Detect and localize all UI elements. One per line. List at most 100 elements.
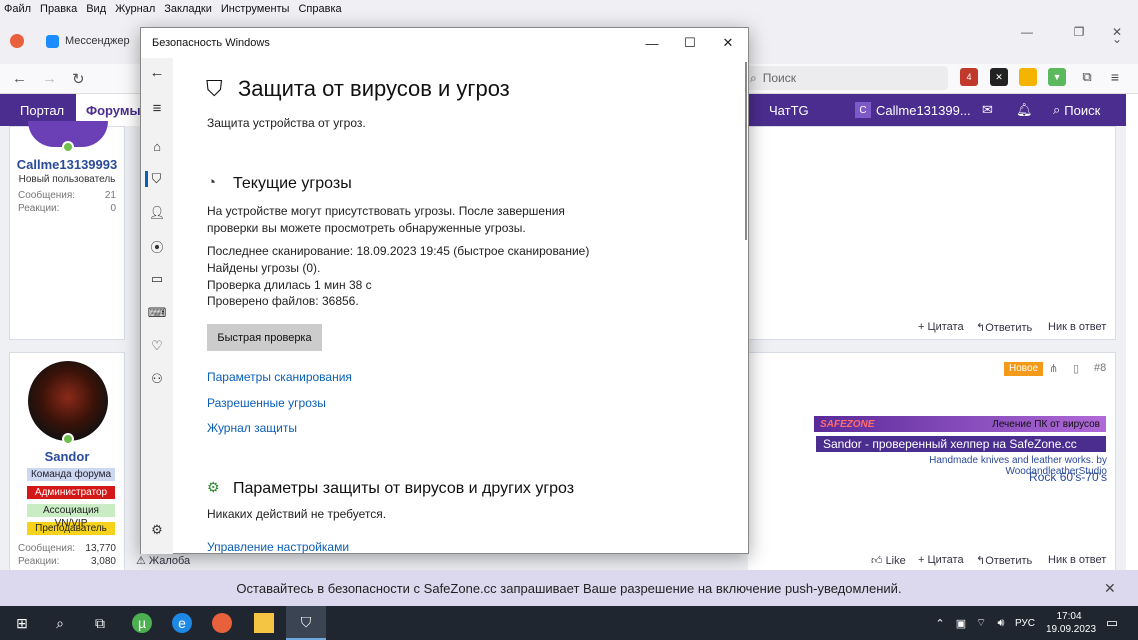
volume-icon[interactable]: 🔊︎ [991,613,1011,633]
language-indicator[interactable]: РУС [1010,613,1040,633]
post2-username[interactable]: Sandor [10,449,124,464]
post1-quote-button[interactable]: + Цитата [918,321,964,333]
settings-gear-icon[interactable]: ⚙ [149,522,165,538]
threats-clock-icon: ◔ [207,174,217,191]
firefox-view-tab[interactable] [10,28,24,54]
post2-quote-button[interactable]: + Цитата [918,554,964,566]
back-arrow-icon[interactable]: ← [12,70,27,87]
nav-user[interactable]: C Callme131399... [855,94,971,126]
download-extension-icon[interactable]: ▼ [1048,68,1066,86]
menu-help[interactable]: Справка [298,3,341,15]
window-maximize-icon[interactable]: ☐ [670,28,710,58]
post2-like-button[interactable]: 👍︎ Like [871,554,906,567]
search-icon[interactable]: ⌕ [50,613,70,633]
windows-start-icon[interactable]: ⊞ [12,613,32,633]
menu-bookmarks[interactable]: Закладки [164,3,212,15]
tray-chevron-icon[interactable]: ⌃ [930,613,950,633]
settings-gears-icon: ⚙ [207,479,220,495]
menu-hamburger-icon[interactable]: ≡ [1106,68,1124,86]
nav-search[interactable]: ⌕ Поиск [1053,94,1100,126]
back-arrow-icon[interactable]: ← [149,64,165,81]
scan-options-link[interactable]: Параметры сканирования [207,370,352,384]
stat-value: 13,770 [85,543,116,554]
share-icon[interactable]: ⋔ [1049,362,1058,375]
nav-search-label: Поиск [1064,102,1101,118]
scan-duration: Проверка длилась 1 мин 38 с [207,278,372,292]
bookmark-icon[interactable]: ▯ [1073,362,1079,375]
firefox-icon[interactable] [212,613,232,633]
wifi-icon[interactable]: ⌔ [971,613,991,633]
family-icon[interactable]: ⚇ [149,371,165,387]
device-security-icon[interactable]: ⌨ [148,305,167,321]
menu-view[interactable]: Вид [86,3,106,15]
stat-label: Реакции: [18,203,60,214]
network-icon[interactable]: ⦿ [149,238,165,255]
menu-tools[interactable]: Инструменты [221,3,290,15]
hamburger-menu-icon[interactable]: ≡ [149,100,165,117]
post2-number[interactable]: #8 [1094,362,1106,374]
browser-search-box[interactable]: ⌕ Поиск [742,66,948,90]
window-title: Безопасность Windows [152,37,270,49]
badge-admin: Администратор [27,486,115,499]
home-icon[interactable]: ⌂ [149,138,165,154]
window-close-icon[interactable]: ✕ [708,28,748,58]
post2-nick-button[interactable]: Ник в ответ [1048,554,1106,566]
forward-arrow-icon[interactable]: → [42,70,57,87]
tray-app-icon[interactable]: ▣ [951,613,971,633]
quick-scan-button[interactable]: Быстрая проверка [207,324,322,351]
device-health-icon[interactable]: ♡ [149,338,165,354]
reload-icon[interactable]: ↻ [72,70,85,88]
avatar[interactable] [28,361,108,441]
last-scan: Последнее сканирование: 18.09.2023 19:45… [207,244,590,258]
protection-history-link[interactable]: Журнал защиты [207,421,297,435]
allowed-threats-link[interactable]: Разрешенные угрозы [207,396,326,410]
window-scrollbar[interactable] [745,62,747,240]
stat-value: 21 [104,190,116,201]
online-indicator [62,433,74,445]
extensions-puzzle-icon[interactable]: ⧉ [1078,68,1096,86]
clock[interactable]: 17:04 19.09.2023 [1046,610,1097,636]
windows-security-taskbar-item[interactable]: ⛉ [286,606,326,640]
clock-date: 19.09.2023 [1046,624,1097,635]
file-explorer-icon[interactable] [254,613,274,633]
post1-username[interactable]: Callme13139993 [10,157,124,172]
menu-file[interactable]: Файл [4,3,31,15]
stat-value: 0 [110,203,116,214]
post2-badges: Команда форума Администратор Ассоциация … [10,466,124,535]
manage-settings-link[interactable]: Управление настройками [207,540,349,554]
online-indicator [62,141,74,153]
mail-icon[interactable]: ✉ [982,94,993,126]
shield-icon[interactable]: ⛉ [145,171,165,187]
post1-user-panel: Callme13139993 Новый пользователь Сообще… [9,121,125,340]
nav-chat[interactable]: ЧатTG [769,94,809,126]
post2-complaint-button[interactable]: ⚠ Жалоба [136,554,190,567]
tab-messenger[interactable]: Мессенджер [46,28,130,54]
post2-stats: Сообщения: 13,770 Реакции: 3,080 [10,543,124,567]
menu-edit[interactable]: Правка [40,3,77,15]
vk-extension-icon[interactable]: ✕ [990,68,1008,86]
signature-line1[interactable]: Sandor - проверенный хелпер на SafeZone.… [816,436,1106,452]
bookmark-extension-icon[interactable] [1019,68,1037,86]
user-avatar-small: C [855,102,871,118]
menu-history[interactable]: Журнал [115,3,155,15]
tab-list-chevron-icon[interactable]: ⌄ [1112,32,1122,46]
notifications-icon[interactable]: ▭ [1102,613,1122,633]
utorrent-icon[interactable]: µ [132,613,152,633]
messenger-icon [46,34,59,48]
stat-label: Реакции: [18,556,60,567]
post2-reply-button[interactable]: ↰Ответить [976,554,1032,567]
abp-extension-icon[interactable]: 4 [960,68,978,86]
edge-icon[interactable]: e [172,613,192,633]
signature-line3[interactable]: Rock 60's-70's [960,470,1107,484]
task-view-icon[interactable]: ⧉ [90,613,110,633]
minimize-browser-icon[interactable]: — [1004,18,1050,46]
post1-reply-button[interactable]: ↰Ответить [976,321,1032,334]
window-minimize-icon[interactable]: — [632,28,672,58]
post1-nick-button[interactable]: Ник в ответ [1048,321,1106,333]
signature-banner[interactable]: SAFEZONE Лечение ПК от вирусов [814,416,1106,432]
account-icon[interactable]: 👤︎ [149,205,166,221]
post2-new-badge: Новое [1004,362,1044,376]
close-icon[interactable]: ✕ [1104,580,1116,597]
app-browser-icon[interactable]: ▭ [149,271,165,287]
bell-icon[interactable]: 🔔︎ [1016,94,1033,126]
